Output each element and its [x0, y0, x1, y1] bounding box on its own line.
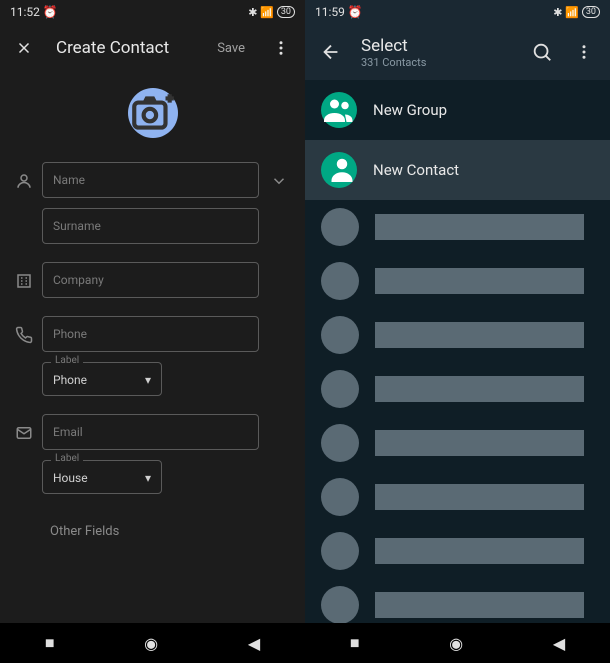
save-button[interactable]: Save	[217, 41, 245, 56]
group-icon	[321, 92, 357, 128]
phone-label-dropdown[interactable]: Label Phone▾	[42, 362, 162, 396]
contact-name-placeholder	[375, 376, 584, 402]
back-button[interactable]: ◀	[248, 634, 260, 653]
recent-apps-button[interactable]: ■	[45, 633, 55, 653]
person-icon	[14, 162, 34, 190]
avatar	[321, 208, 359, 246]
name-field[interactable]: Name	[42, 162, 259, 198]
list-item[interactable]	[305, 362, 610, 416]
more-icon[interactable]	[269, 36, 293, 60]
contact-name-placeholder	[375, 592, 584, 618]
clock: 11:59	[315, 5, 345, 19]
page-subtitle: 331 Contacts	[361, 56, 512, 69]
add-person-icon	[321, 152, 357, 188]
contact-name-placeholder	[375, 430, 584, 456]
contact-name-placeholder	[375, 538, 584, 564]
page-title: Select	[361, 36, 512, 56]
contact-name-placeholder	[375, 484, 584, 510]
new-contact-label: New Contact	[373, 161, 459, 179]
status-icons: ✱ 📶 30	[248, 6, 295, 19]
search-icon[interactable]	[530, 40, 554, 64]
list-item[interactable]	[305, 254, 610, 308]
list-item[interactable]	[305, 416, 610, 470]
new-contact-button[interactable]: New Contact	[305, 140, 610, 200]
close-icon[interactable]	[12, 36, 36, 60]
select-contact-screen: 11:59 ⏰ ✱ 📶 30 Select 331 Contacts New G…	[305, 0, 610, 663]
avatar	[321, 370, 359, 408]
alarm-icon: ⏰	[348, 5, 363, 19]
home-button[interactable]: ◉	[449, 634, 463, 653]
contact-name-placeholder	[375, 322, 584, 348]
avatar	[321, 316, 359, 354]
new-group-label: New Group	[373, 101, 447, 119]
contact-name-placeholder	[375, 214, 584, 240]
phone-field[interactable]: Phone	[42, 316, 259, 352]
chevron-down-icon: ▾	[145, 471, 151, 485]
more-icon[interactable]	[572, 40, 596, 64]
new-group-button[interactable]: New Group	[305, 80, 610, 140]
company-icon	[14, 262, 34, 290]
back-button[interactable]: ◀	[553, 634, 565, 653]
status-bar: 11:52 ⏰ ✱ 📶 30	[0, 0, 305, 24]
email-icon	[14, 414, 34, 442]
other-fields-link[interactable]: Other Fields	[14, 512, 291, 539]
chevron-down-icon: ▾	[145, 373, 151, 387]
avatar	[321, 424, 359, 462]
avatar	[321, 586, 359, 624]
company-field[interactable]: Company	[42, 262, 259, 298]
status-bar: 11:59 ⏰ ✱ 📶 30	[305, 0, 610, 24]
app-bar: Create Contact Save	[0, 24, 305, 72]
expand-name-icon[interactable]	[267, 162, 291, 190]
list-item[interactable]	[305, 524, 610, 578]
clock: 11:52	[10, 5, 40, 19]
avatar	[321, 478, 359, 516]
recent-apps-button[interactable]: ■	[350, 633, 360, 653]
contact-form: Name Surname Company Phone	[0, 162, 305, 539]
avatar	[321, 262, 359, 300]
alarm-icon: ⏰	[43, 5, 58, 19]
list-item[interactable]	[305, 308, 610, 362]
app-bar: Select 331 Contacts	[305, 24, 610, 80]
contact-name-placeholder	[375, 268, 584, 294]
add-photo-button[interactable]	[128, 88, 178, 138]
create-contact-screen: 11:52 ⏰ ✱ 📶 30 Create Contact Save Name …	[0, 0, 305, 663]
list-item[interactable]	[305, 200, 610, 254]
page-title: Create Contact	[56, 38, 201, 58]
email-label-dropdown[interactable]: Label House▾	[42, 460, 162, 494]
email-field[interactable]: Email	[42, 414, 259, 450]
surname-field[interactable]: Surname	[42, 208, 259, 244]
avatar	[321, 532, 359, 570]
phone-icon	[14, 316, 34, 344]
list-item[interactable]	[305, 470, 610, 524]
back-arrow-icon[interactable]	[319, 40, 343, 64]
photo-area	[0, 72, 305, 162]
status-icons: ✱ 📶 30	[553, 6, 600, 19]
nav-bar: ■ ◉ ◀	[0, 623, 305, 663]
contacts-list	[305, 200, 610, 632]
nav-bar: ■ ◉ ◀	[305, 623, 610, 663]
home-button[interactable]: ◉	[144, 634, 158, 653]
